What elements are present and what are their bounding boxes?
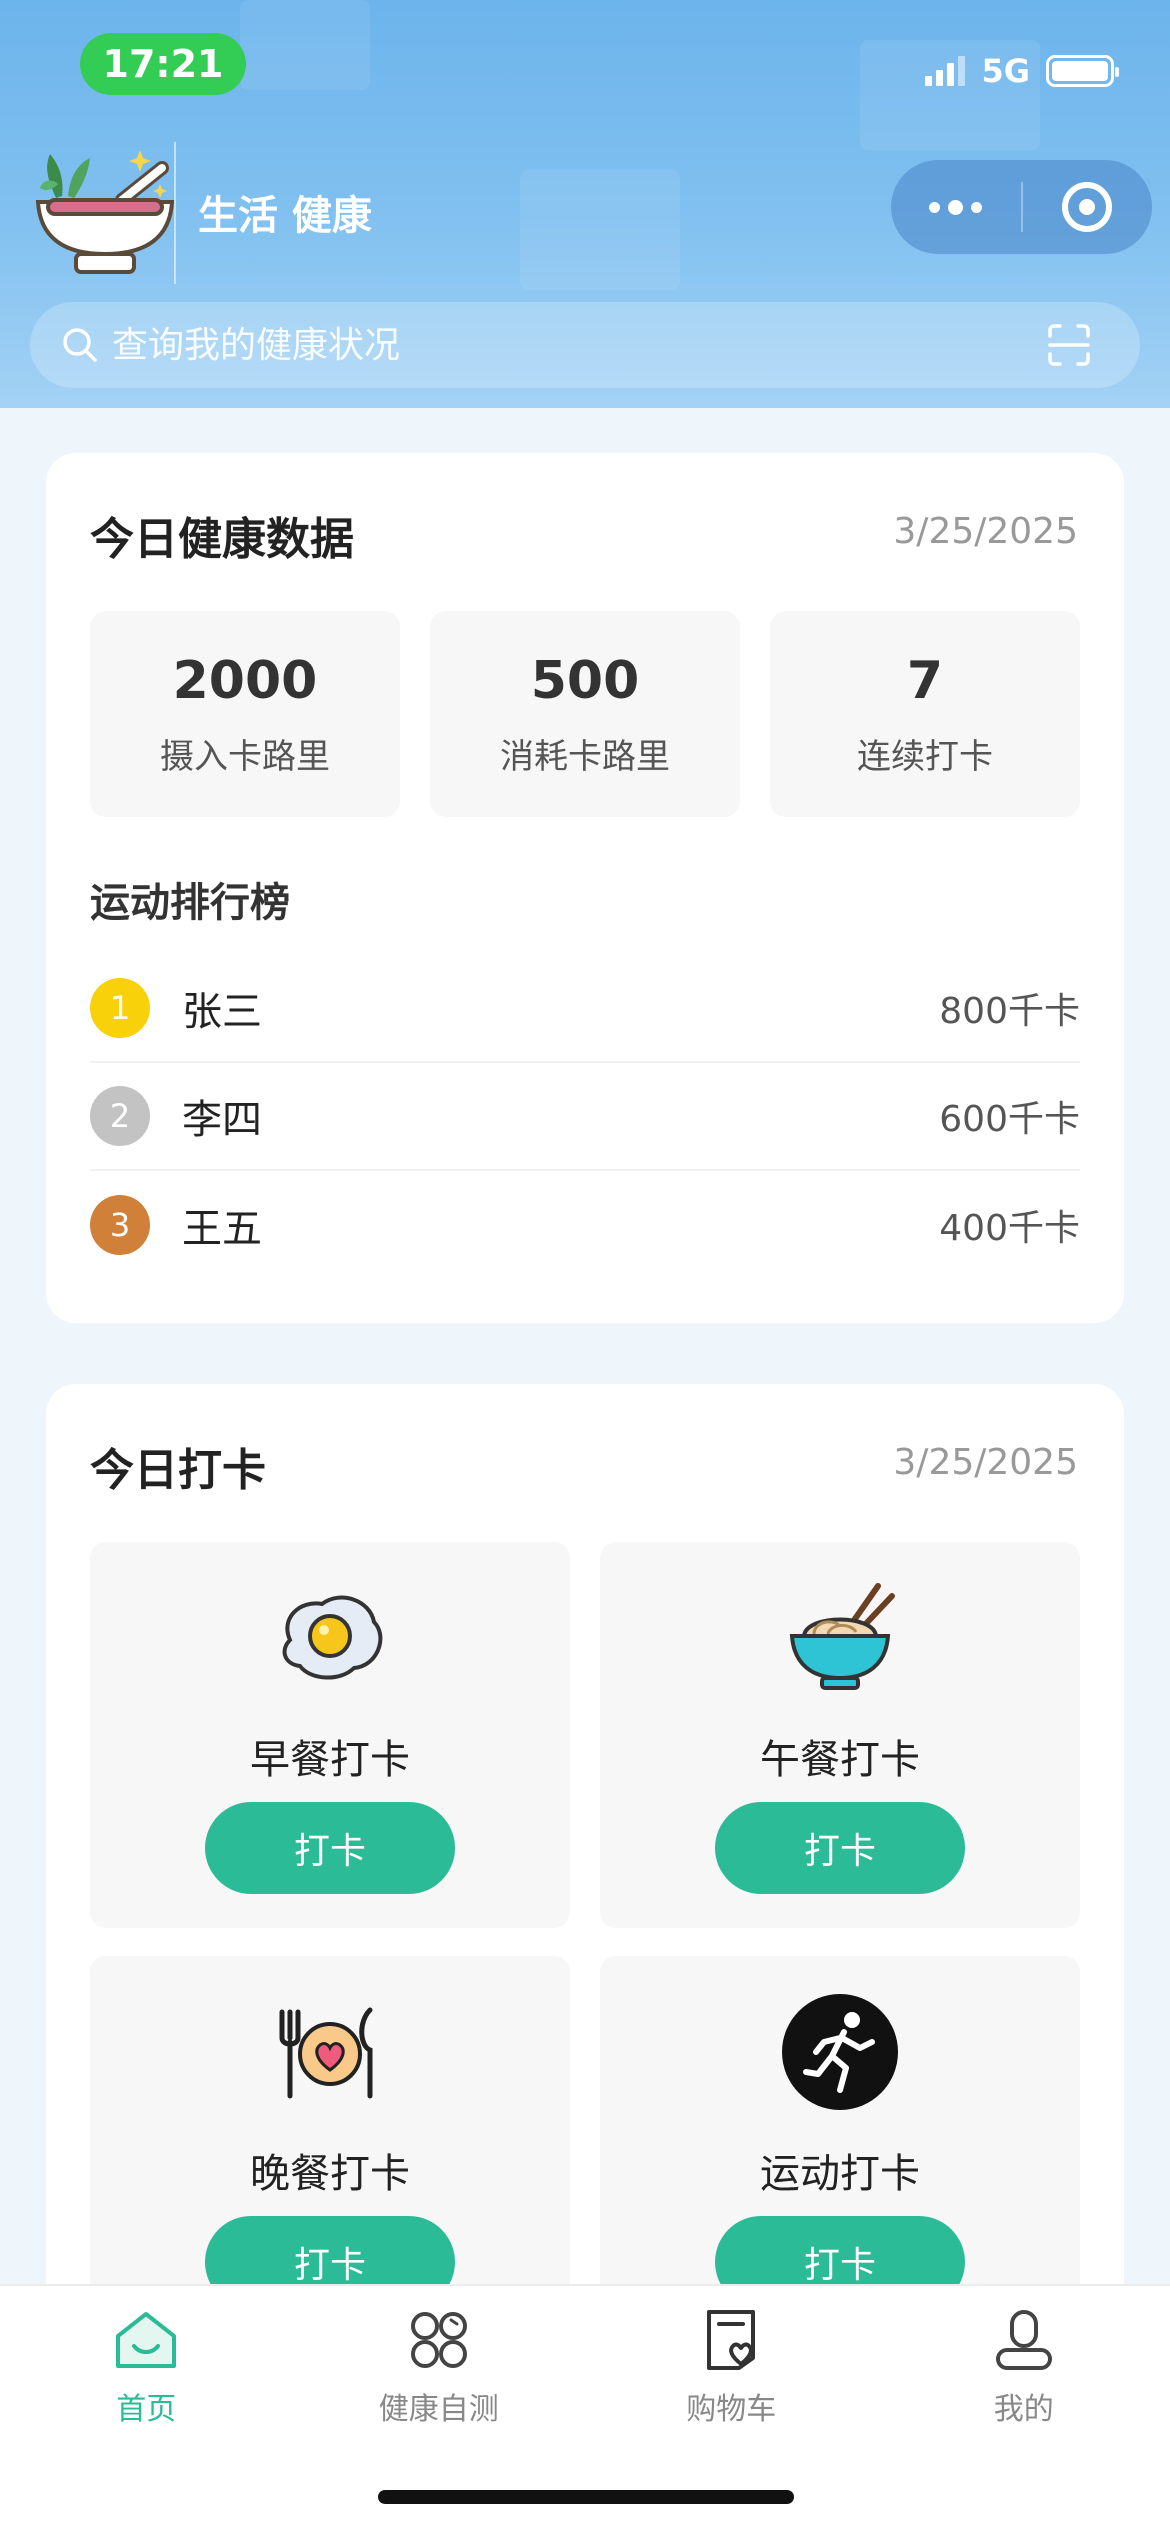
tab-cart[interactable]: 购物车 <box>585 2286 878 2446</box>
health-card-title: 今日健康数据 <box>90 514 354 565</box>
ranking-row: 1 张三 800千卡 <box>90 955 1080 1063</box>
stat-label: 连续打卡 <box>857 736 993 777</box>
brand-title: 生活 健康 <box>198 193 372 239</box>
health-data-card: 今日健康数据 3/25/2025 2000 摄入卡路里 500 消耗卡路里 7 … <box>46 453 1124 1323</box>
tab-label: 健康自测 <box>378 2392 499 2427</box>
stat-value: 7 <box>906 650 944 711</box>
battery-icon <box>1046 55 1119 87</box>
search-icon <box>63 328 97 362</box>
grid-apps-icon <box>410 2312 467 2368</box>
header-decoration <box>520 170 680 290</box>
ranking-row: 2 李四 600千卡 <box>90 1063 1080 1171</box>
rank-name: 张三 <box>182 989 262 1035</box>
running-person-icon <box>782 1994 898 2110</box>
mortar-logo-icon <box>35 150 175 274</box>
more-dots-icon <box>929 199 983 215</box>
network-label: 5G <box>981 52 1030 90</box>
search-input[interactable] <box>112 324 1046 366</box>
lunch-checkin-button[interactable]: 打卡 <box>715 1802 965 1894</box>
dinner-plate-icon <box>279 2007 373 2099</box>
search-bar[interactable] <box>30 302 1140 388</box>
rank-value: 600千卡 <box>939 1099 1080 1140</box>
stats-row: 2000 摄入卡路里 500 消耗卡路里 7 连续打卡 <box>90 611 1080 817</box>
tab-label: 购物车 <box>686 2392 777 2427</box>
tab-profile[interactable]: 我的 <box>878 2286 1170 2446</box>
noodle-bowl-icon <box>789 1583 895 1690</box>
home-icon <box>116 2312 177 2368</box>
status-time: 17:21 <box>80 33 246 95</box>
rank-name: 李四 <box>182 1097 262 1143</box>
stat-label: 消耗卡路里 <box>500 736 670 777</box>
tab-label: 首页 <box>116 2392 177 2427</box>
checkin-breakfast: 早餐打卡 打卡 <box>90 1542 570 1928</box>
checkin-label: 午餐打卡 <box>760 1737 920 1783</box>
status-indicators: 5G <box>925 52 1119 90</box>
tab-label: 我的 <box>993 2392 1054 2427</box>
checkin-card-title: 今日打卡 <box>90 1445 266 1496</box>
stat-value: 2000 <box>172 650 318 711</box>
stat-label: 摄入卡路里 <box>160 736 330 777</box>
mini-program-capsule <box>891 160 1152 254</box>
ranking-list: 1 张三 800千卡 2 李四 600千卡 3 王五 400千卡 <box>90 955 1080 1279</box>
scan-icon[interactable] <box>1046 322 1092 368</box>
ranking-row: 3 王五 400千卡 <box>90 1171 1080 1279</box>
checkin-label: 运动打卡 <box>760 2151 920 2197</box>
checkin-lunch: 午餐打卡 打卡 <box>600 1542 1080 1928</box>
rank-name: 王五 <box>182 1206 262 1252</box>
signal-icon <box>925 56 966 86</box>
rank-value: 400千卡 <box>939 1208 1080 1249</box>
rank-medal: 2 <box>90 1086 150 1146</box>
target-circle-icon <box>1062 182 1113 232</box>
checkin-grid: 早餐打卡 打卡 午餐打卡 打卡 晚餐打卡 打卡 运动打卡 打卡 <box>90 1542 1080 2342</box>
health-card-date: 3/25/2025 <box>893 511 1078 552</box>
home-indicator <box>378 2490 794 2504</box>
checkin-label: 晚餐打卡 <box>250 2151 410 2197</box>
stat-value: 500 <box>530 650 640 711</box>
tab-health-test[interactable]: 健康自测 <box>293 2286 586 2446</box>
fried-egg-icon <box>282 1595 383 1680</box>
person-icon <box>995 2310 1052 2370</box>
ranking-title: 运动排行榜 <box>90 880 290 926</box>
more-button[interactable] <box>891 160 1021 254</box>
stat-intake: 2000 摄入卡路里 <box>90 611 400 817</box>
rank-medal: 1 <box>90 978 150 1038</box>
close-program-button[interactable] <box>1023 160 1153 254</box>
cart-heart-icon <box>707 2310 756 2370</box>
checkin-label: 早餐打卡 <box>250 1737 410 1783</box>
rank-value: 800千卡 <box>939 991 1080 1032</box>
logo-divider <box>174 142 176 284</box>
checkin-card-date: 3/25/2025 <box>893 1442 1078 1483</box>
rank-medal: 3 <box>90 1195 150 1255</box>
stat-streak: 7 连续打卡 <box>770 611 1080 817</box>
app-header: 17:21 5G 生活 健康 <box>0 0 1170 408</box>
breakfast-checkin-button[interactable]: 打卡 <box>205 1802 455 1894</box>
stat-burned: 500 消耗卡路里 <box>430 611 740 817</box>
header-decoration <box>240 0 370 90</box>
tab-home[interactable]: 首页 <box>0 2286 293 2446</box>
